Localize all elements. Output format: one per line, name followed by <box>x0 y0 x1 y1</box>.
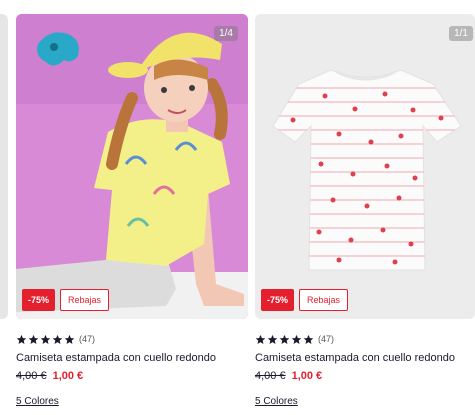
price-row: 4,00 € 1,00 € <box>255 370 475 382</box>
sale-badge: Rebajas <box>299 289 349 311</box>
old-price: 4,00 € <box>16 370 47 382</box>
product-title[interactable]: Camiseta estampada con cuello redondo <box>16 352 248 364</box>
product-photo-girl-yellow-tee <box>16 14 248 319</box>
review-count: (47) <box>318 334 335 344</box>
product-image[interactable]: 1/1 -75% Rebajas <box>255 14 475 319</box>
sale-price: 1,00 € <box>291 370 323 382</box>
star-icon <box>255 334 266 344</box>
image-counter: 1/1 <box>449 26 473 41</box>
product-carousel: 1/4 -75% Rebajas (47) Camiseta estampada… <box>0 0 475 415</box>
sale-badge: Rebajas <box>60 289 110 311</box>
product-image[interactable]: 1/4 -75% Rebajas <box>16 14 248 319</box>
sale-price: 1,00 € <box>52 370 84 382</box>
discount-badge: -75% <box>22 289 56 311</box>
star-rating <box>16 334 75 345</box>
rating-row[interactable]: (47) <box>255 332 475 346</box>
badge-group: -75% Rebajas <box>22 289 110 311</box>
product-info: (47) Camiseta estampada con cuello redon… <box>16 319 248 409</box>
price-row: 4,00 € 1,00 € <box>16 370 248 382</box>
star-icon <box>52 334 63 344</box>
star-icon <box>267 334 278 344</box>
review-count: (47) <box>79 334 96 344</box>
star-icon <box>64 334 75 344</box>
colors-link[interactable]: 5 Colores <box>16 396 59 407</box>
product-info: (47) Camiseta estampada con cuello redon… <box>255 319 475 409</box>
product-photo-striped-tshirt <box>255 14 475 319</box>
star-rating <box>255 334 314 345</box>
product-card[interactable]: 1/1 -75% Rebajas (47) Camiseta estampada… <box>255 14 475 409</box>
colors-link[interactable]: 5 Colores <box>255 396 298 407</box>
badge-group: -75% Rebajas <box>261 289 349 311</box>
star-icon <box>291 334 302 344</box>
old-price: 4,00 € <box>255 370 286 382</box>
rating-row[interactable]: (47) <box>16 332 248 346</box>
star-icon <box>303 334 314 344</box>
star-icon <box>40 334 51 344</box>
star-icon <box>16 334 27 344</box>
star-icon <box>279 334 290 344</box>
discount-badge: -75% <box>261 289 295 311</box>
star-icon <box>28 334 39 344</box>
product-title[interactable]: Camiseta estampada con cuello redondo <box>255 352 475 364</box>
previous-product-card-edge[interactable] <box>0 14 8 319</box>
product-card[interactable]: 1/4 -75% Rebajas (47) Camiseta estampada… <box>16 14 248 409</box>
image-counter: 1/4 <box>214 26 238 41</box>
